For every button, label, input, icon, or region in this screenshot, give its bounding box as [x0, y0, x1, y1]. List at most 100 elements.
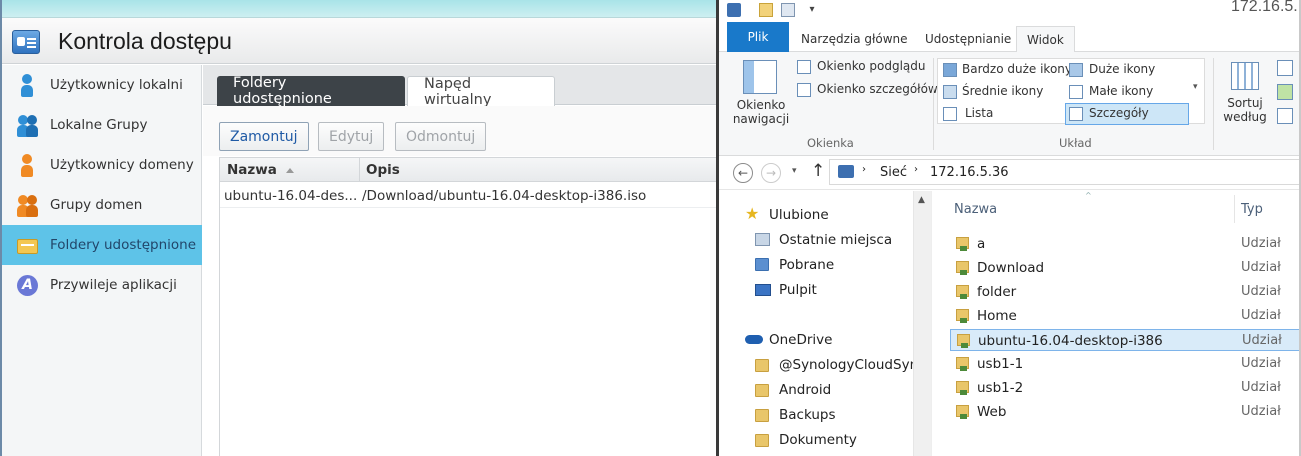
group-by-icon[interactable] [1277, 60, 1293, 76]
small-icons-icon [1069, 85, 1083, 99]
star-icon: ★ [745, 204, 760, 223]
table-row[interactable]: ubuntu-16.04-des... /Download/ubuntu-16.… [220, 183, 718, 208]
network-share-icon [956, 285, 969, 299]
list-item[interactable]: folder Udział [950, 281, 1301, 303]
sidebar-item-label: Użytkownicy lokalni [50, 77, 183, 93]
ribbon-separator [933, 58, 934, 150]
cell-description: /Download/ubuntu-16.04-desktop-i386.iso [362, 188, 647, 204]
column-header-name[interactable]: Nazwa [954, 202, 997, 217]
breadcrumb-network[interactable]: Sieć [880, 165, 907, 180]
properties-icon[interactable] [781, 3, 795, 17]
network-share-icon [957, 334, 970, 348]
nav-item-label: Ostatnie miejsca [779, 232, 893, 248]
column-header-description[interactable]: Opis [366, 162, 400, 178]
sidebar-item-domain-groups[interactable]: Grupy domen [2, 185, 202, 225]
unmount-button[interactable]: Odmontuj [395, 122, 487, 151]
list-item-selected[interactable]: ubuntu-16.04-desktop-i386 Udział [950, 329, 1301, 351]
details-pane-button[interactable]: Okienko szczegółów [795, 81, 938, 101]
layout-label: Lista [965, 106, 994, 120]
layout-extra-large-icons[interactable]: Bardzo duże ikony [943, 62, 1072, 80]
network-share-icon [956, 261, 969, 275]
file-list: Nazwa ^ Typ a Udział Download Udział fol… [931, 191, 1301, 456]
list-item[interactable]: usb1-1 Udział [950, 353, 1301, 375]
add-columns-icon[interactable] [1277, 84, 1293, 100]
list-item[interactable]: Web Udział [950, 401, 1301, 423]
layout-medium-icons[interactable]: Średnie ikony [943, 84, 1065, 102]
desktop-icon [755, 284, 771, 296]
sidebar-item-local-groups[interactable]: Lokalne Grupy [2, 105, 202, 145]
address-bar[interactable]: › Sieć › 172.16.5.36 [829, 159, 1301, 185]
sidebar: Użytkownicy lokalni Lokalne Grupy Użytko… [2, 65, 202, 456]
scroll-up-icon[interactable]: ▲ [918, 195, 925, 205]
sidebar-item-local-users[interactable]: Użytkownicy lokalni [2, 65, 202, 105]
edit-button[interactable]: Edytuj [318, 122, 385, 151]
nav-item-label: OneDrive [769, 332, 833, 348]
back-button[interactable]: ← [733, 163, 753, 183]
navigation-pane-button[interactable]: Okienko nawigacji [729, 56, 793, 128]
up-button[interactable]: ↑ [811, 161, 825, 181]
list-item[interactable]: Download Udział [950, 257, 1301, 279]
layout-label: Średnie ikony [962, 84, 1044, 98]
sort-by-button[interactable]: Sortuj według [1219, 56, 1271, 130]
preview-pane-button[interactable]: Okienko podglądu [795, 58, 926, 78]
sidebar-item-label: Przywileje aplikacji [50, 277, 177, 293]
layout-list[interactable]: Lista [943, 106, 1053, 124]
shared-folder-icon [16, 233, 38, 257]
layout-scroll-down-icon[interactable]: ▾ [1193, 82, 1198, 92]
mount-button[interactable]: Zamontuj [219, 122, 309, 151]
column-divider[interactable] [1234, 195, 1235, 223]
cloud-icon [745, 335, 763, 344]
breadcrumb-separator-icon: › [862, 164, 866, 175]
layout-details[interactable]: Szczegóły [1069, 106, 1179, 124]
access-control-app-icon [12, 30, 40, 54]
toolbar: Zamontuj Edytuj Odmontuj [203, 106, 718, 156]
tab-shared-folders[interactable]: Foldery udostępnione [217, 75, 405, 107]
column-divider[interactable] [359, 158, 360, 182]
cell-name: ubuntu-16.04-des... [224, 188, 358, 204]
tab-bar: Foldery udostępnione Napęd wirtualny [203, 65, 718, 108]
tab-share[interactable]: Udostępnianie [915, 26, 1021, 52]
layout-label: Małe ikony [1089, 84, 1154, 98]
list-item[interactable]: Home Udział [950, 305, 1301, 327]
new-folder-icon[interactable] [759, 3, 773, 17]
layout-group-label: Układ [1059, 136, 1092, 150]
column-header-name[interactable]: Nazwa [227, 162, 277, 178]
sidebar-item-label: Użytkownicy domeny [50, 157, 194, 173]
sidebar-item-app-privileges[interactable]: A Przywileje aplikacji [2, 265, 202, 305]
medium-icons-icon [943, 85, 957, 99]
tab-virtual-drive[interactable]: Napęd wirtualny [407, 76, 555, 108]
list-item[interactable]: usb1-2 Udział [950, 377, 1301, 399]
nav-pane-scrollbar[interactable]: ▲ [913, 191, 931, 456]
layout-large-icons[interactable]: Duże ikony [1069, 62, 1179, 80]
file-list-header: Nazwa ^ Typ [932, 191, 1301, 227]
size-columns-icon[interactable] [1277, 108, 1293, 124]
file-name: a [977, 236, 986, 252]
extra-large-icons-icon [943, 63, 957, 77]
user-icon [16, 73, 38, 97]
file-name: Web [977, 404, 1007, 420]
folder-icon [755, 434, 769, 447]
column-header-type[interactable]: Typ [1241, 202, 1263, 217]
tab-home[interactable]: Narzędzia główne [791, 26, 918, 52]
forward-button[interactable]: → [761, 163, 781, 183]
navigation-pane-icon [743, 60, 777, 94]
sidebar-item-shared-folders[interactable]: Foldery udostępnione [2, 225, 202, 265]
list-icon [943, 107, 957, 121]
layout-label: Szczegóły [1089, 106, 1149, 120]
tab-view[interactable]: Widok [1016, 26, 1075, 53]
computer-icon[interactable] [727, 3, 741, 17]
tab-file[interactable]: Plik [727, 22, 789, 52]
dsm-top-strip [2, 0, 718, 18]
sidebar-item-domain-users[interactable]: Użytkownicy domeny [2, 145, 202, 185]
layout-small-icons[interactable]: Małe ikony [1069, 84, 1179, 102]
details-pane-icon [797, 83, 811, 97]
recent-places-icon [755, 233, 770, 246]
grid-header: Nazwa Opis [220, 157, 718, 182]
recent-locations-dropdown-icon[interactable]: ▾ [792, 166, 797, 176]
list-item[interactable]: a Udział [950, 233, 1301, 255]
downloads-folder-icon [755, 258, 769, 271]
app-privilege-icon: A [16, 273, 38, 297]
customize-dropdown-icon[interactable]: ▾ [805, 3, 819, 17]
group-icon [16, 113, 38, 137]
breadcrumb-host[interactable]: 172.16.5.36 [930, 165, 1009, 180]
